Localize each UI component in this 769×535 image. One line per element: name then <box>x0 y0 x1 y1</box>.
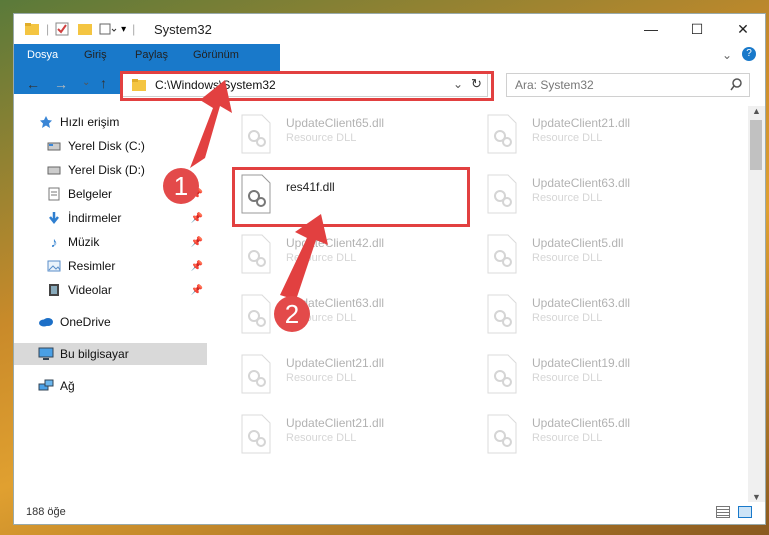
annotation-arrows <box>190 80 328 300</box>
arrow-2 <box>280 214 328 300</box>
arrow-1 <box>190 80 232 168</box>
step-badge-1: 1 <box>163 168 199 204</box>
step-badge-2: 2 <box>274 296 310 332</box>
